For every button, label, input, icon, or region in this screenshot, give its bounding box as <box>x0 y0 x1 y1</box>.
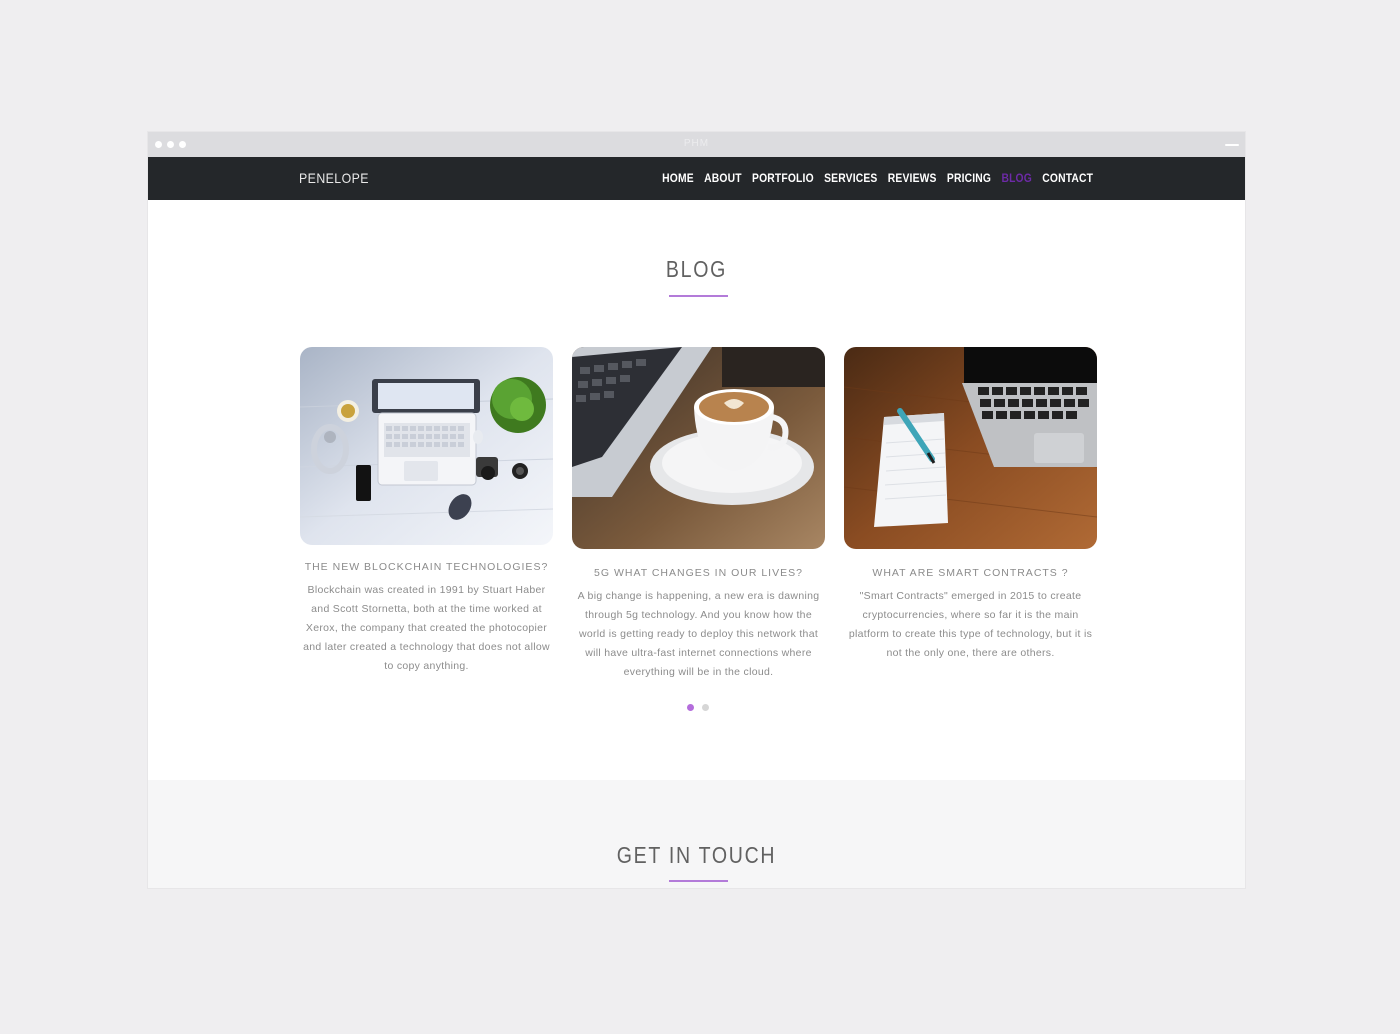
nav-services[interactable]: SERVICES <box>824 171 877 185</box>
navbar: PENELOPE HOME ABOUT PORTFOLIO SERVICES R… <box>148 157 1245 200</box>
blog-card[interactable]: WHAT ARE SMART CONTRACTS ? "Smart Contra… <box>844 347 1097 659</box>
pager-dot-2[interactable] <box>702 704 709 711</box>
nav-contact[interactable]: CONTACT <box>1042 171 1093 185</box>
contact-title-underline <box>669 880 728 882</box>
carousel-pager <box>687 704 709 711</box>
nav-home[interactable]: HOME <box>662 171 694 185</box>
post-excerpt: "Smart Contracts" emerged in 2015 to cre… <box>848 590 1093 659</box>
nav-portfolio[interactable]: PORTFOLIO <box>752 171 814 185</box>
brand-logo[interactable]: PENELOPE <box>299 170 369 186</box>
nav-about[interactable]: ABOUT <box>704 171 742 185</box>
window-title: PHM <box>683 138 710 149</box>
blog-card[interactable]: THE NEW BLOCKCHAIN TECHNOLOGIES? Blockch… <box>300 347 553 672</box>
contact-section-title: GET IN TOUCH <box>616 842 777 868</box>
post-image-notepad-laptop[interactable] <box>844 347 1097 549</box>
post-image-coffee-laptop[interactable] <box>572 347 825 549</box>
blog-card[interactable]: 5G WHAT CHANGES IN OUR LIVES? A big chan… <box>572 347 825 678</box>
pager-dot-1[interactable] <box>687 704 694 711</box>
post-title[interactable]: WHAT ARE SMART CONTRACTS ? <box>844 567 1097 579</box>
blog-title-underline <box>669 295 728 297</box>
minimize-icon[interactable] <box>1225 144 1239 146</box>
nav-reviews[interactable]: REVIEWS <box>888 171 937 185</box>
nav-pricing[interactable]: PRICING <box>947 171 991 185</box>
post-title[interactable]: THE NEW BLOCKCHAIN TECHNOLOGIES? <box>300 561 553 573</box>
notepad-laptop-image <box>844 347 1097 549</box>
blog-section-title: BLOG <box>665 256 728 282</box>
post-image-laptop-desk[interactable] <box>300 347 553 545</box>
contact-section: GET IN TOUCH <box>148 780 1245 888</box>
window-titlebar: PHM <box>148 132 1245 157</box>
post-excerpt: A big change is happening, a new era is … <box>577 590 820 678</box>
nav-blog[interactable]: BLOG <box>1001 171 1032 185</box>
browser-window: PHM PENELOPE HOME ABOUT PORTFOLIO SERVIC… <box>148 132 1245 888</box>
post-title[interactable]: 5G WHAT CHANGES IN OUR LIVES? <box>572 567 825 579</box>
coffee-cup-image <box>572 347 825 549</box>
main-nav: HOME ABOUT PORTFOLIO SERVICES REVIEWS PR… <box>652 171 1093 185</box>
laptop-desk-image <box>300 347 553 545</box>
post-excerpt: Blockchain was created in 1991 by Stuart… <box>303 584 550 672</box>
